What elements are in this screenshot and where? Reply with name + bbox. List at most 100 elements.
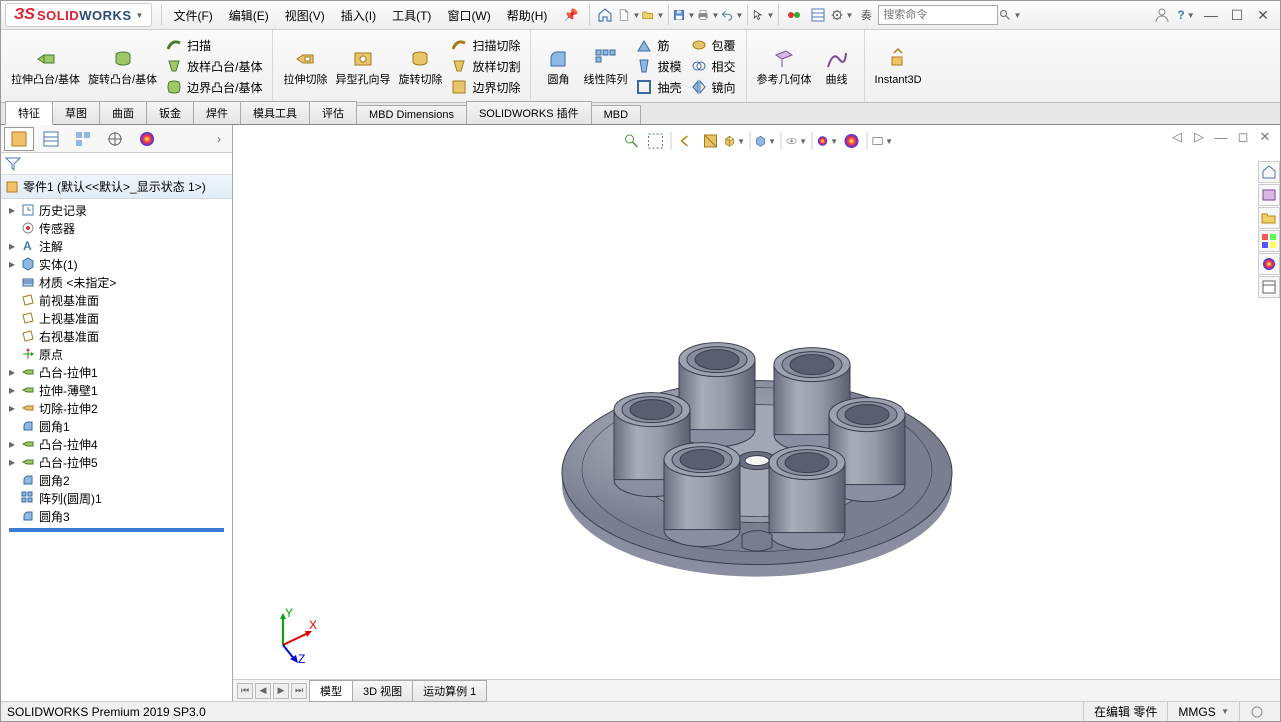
print-button[interactable]: ▼ [697, 4, 719, 26]
tree-item[interactable]: 阵列(圆周)1 [1, 489, 232, 507]
view-triad[interactable]: Y X Z [263, 605, 323, 665]
curves-button[interactable]: 曲线 [816, 32, 858, 100]
close-button[interactable]: ✕ [1250, 7, 1276, 24]
display-style-button[interactable]: ▼ [754, 130, 776, 152]
tree-root[interactable]: 零件1 (默认<<默认>_显示状态 1>) [1, 175, 232, 199]
instant3d-button[interactable]: Instant3D [871, 32, 926, 100]
home-button[interactable] [594, 4, 616, 26]
tp-file-explorer-button[interactable] [1258, 207, 1280, 229]
extrude-boss-button[interactable]: 拉伸凸台/基体 [7, 32, 84, 100]
tab-evaluate[interactable]: 评估 [309, 101, 357, 124]
new-button[interactable]: ▼ [618, 4, 640, 26]
hide-show-button[interactable]: ▼ [785, 130, 807, 152]
tab-surface[interactable]: 曲面 [99, 101, 147, 124]
tree-item[interactable]: 右视基准面 [1, 327, 232, 345]
tab-sketch[interactable]: 草图 [52, 101, 100, 124]
fillet-button[interactable]: 圆角 [537, 32, 579, 100]
expand-icon[interactable]: ▸ [7, 203, 17, 217]
expand-icon[interactable]: ▸ [7, 383, 17, 397]
undo-button[interactable]: ▼ [721, 4, 743, 26]
btab-3dview[interactable]: 3D 视图 [352, 680, 413, 702]
panel-expand-button[interactable]: › [209, 127, 229, 151]
btab-model[interactable]: 模型 [309, 680, 353, 702]
tab-weldment[interactable]: 焊件 [193, 101, 241, 124]
rollback-bar[interactable] [9, 528, 224, 532]
tree-item[interactable]: 传感器 [1, 219, 232, 237]
tree-item[interactable]: ▸凸台-拉伸5 [1, 453, 232, 471]
tp-appearances-button[interactable] [1258, 253, 1280, 275]
btab-prev[interactable]: ◀ [255, 683, 271, 699]
cut-boundary-button[interactable]: 边界切除 [446, 77, 524, 98]
tree-item[interactable]: ▸历史记录 [1, 201, 232, 219]
hole-wizard-button[interactable]: 异型孔向导 [331, 32, 394, 100]
menu-file[interactable]: 文件(F) [165, 4, 220, 27]
wrap-button[interactable]: 包覆 [686, 35, 740, 56]
previous-view-button[interactable] [675, 130, 697, 152]
tab-sheetmetal[interactable]: 钣金 [146, 101, 194, 124]
doc-next-button[interactable]: ▷ [1190, 129, 1208, 145]
graphics-viewport[interactable]: ▼ ▼ ▼ ▼ ▼ ◁ ▷ — ◻ ✕ [233, 125, 1280, 701]
btab-next[interactable]: ▶ [273, 683, 289, 699]
tp-resources-button[interactable] [1258, 161, 1280, 183]
tree-item[interactable]: 圆角1 [1, 417, 232, 435]
doc-prev-button[interactable]: ◁ [1168, 129, 1186, 145]
menu-edit[interactable]: 编辑(E) [221, 4, 277, 27]
tp-design-library-button[interactable] [1258, 184, 1280, 206]
minimize-button[interactable]: — [1198, 7, 1224, 23]
section-view-button[interactable] [699, 130, 721, 152]
linear-pattern-button[interactable]: 线性阵列 [579, 32, 631, 100]
menu-tools[interactable]: 工具(T) [384, 4, 439, 27]
whatsnew-button[interactable]: 奏 [855, 4, 877, 26]
select-button[interactable]: ▼ [752, 4, 774, 26]
display-manager-tab[interactable] [132, 127, 162, 151]
tab-mbd-dimensions[interactable]: MBD Dimensions [356, 105, 467, 124]
save-button[interactable]: ▼ [673, 4, 695, 26]
doc-maximize-button[interactable]: ◻ [1234, 129, 1252, 145]
tree-item[interactable]: ▸实体(1) [1, 255, 232, 273]
doc-close-button[interactable]: ✕ [1256, 129, 1274, 145]
open-button[interactable]: ▼ [642, 4, 664, 26]
feature-tree[interactable]: ▸历史记录传感器▸A注解▸实体(1)材质 <未指定>前视基准面上视基准面右视基准… [1, 199, 232, 701]
ref-geometry-button[interactable]: 参考几何体 [753, 32, 816, 100]
shell-button[interactable]: 抽壳 [631, 77, 685, 98]
tab-plugins[interactable]: SOLIDWORKS 插件 [466, 101, 592, 124]
menu-window[interactable]: 窗口(W) [439, 4, 498, 27]
view-orientation-button[interactable]: ▼ [723, 130, 745, 152]
tree-item[interactable]: ▸拉伸-薄壁1 [1, 381, 232, 399]
tree-item[interactable]: 前视基准面 [1, 291, 232, 309]
user-button[interactable] [1151, 4, 1173, 26]
options-button[interactable]: ▼ [831, 4, 853, 26]
tab-feature[interactable]: 特征 [5, 101, 53, 125]
tree-item[interactable]: ▸凸台-拉伸1 [1, 363, 232, 381]
expand-icon[interactable]: ▸ [7, 257, 17, 271]
menu-insert[interactable]: 插入(I) [333, 4, 384, 27]
config-manager-tab[interactable] [68, 127, 98, 151]
cut-loft-button[interactable]: 放样切割 [446, 56, 524, 77]
expand-icon[interactable]: ▸ [7, 455, 17, 469]
pin-button[interactable]: 📌 [555, 5, 586, 25]
intersect-button[interactable]: 相交 [686, 56, 740, 77]
tree-item[interactable]: 圆角3 [1, 507, 232, 525]
tp-custom-props-button[interactable] [1258, 276, 1280, 298]
expand-icon[interactable]: ▸ [7, 365, 17, 379]
tab-mbd[interactable]: MBD [591, 105, 641, 124]
search-button[interactable]: ▼ [999, 4, 1021, 26]
tree-filter[interactable] [1, 153, 232, 175]
cut-sweep-button[interactable]: 扫描切除 [446, 35, 524, 56]
property-manager-tab[interactable] [36, 127, 66, 151]
status-units[interactable]: MMGS ▼ [1167, 702, 1239, 721]
dimxpert-tab[interactable] [100, 127, 130, 151]
btab-last[interactable]: ⏭ [291, 683, 307, 699]
tree-item[interactable]: 圆角2 [1, 471, 232, 489]
scene-button[interactable] [840, 130, 862, 152]
status-custom-button[interactable] [1239, 702, 1274, 721]
menu-view[interactable]: 视图(V) [277, 4, 333, 27]
tree-item[interactable]: ▸切除-拉伸2 [1, 399, 232, 417]
boundary-button[interactable]: 边界凸台/基体 [161, 77, 266, 98]
maximize-button[interactable]: ☐ [1224, 7, 1250, 24]
feature-tree-tab[interactable] [4, 127, 34, 151]
properties-button[interactable] [807, 4, 829, 26]
loft-button[interactable]: 放样凸台/基体 [161, 56, 266, 77]
tree-item[interactable]: ▸凸台-拉伸4 [1, 435, 232, 453]
zoom-fit-button[interactable] [620, 130, 642, 152]
